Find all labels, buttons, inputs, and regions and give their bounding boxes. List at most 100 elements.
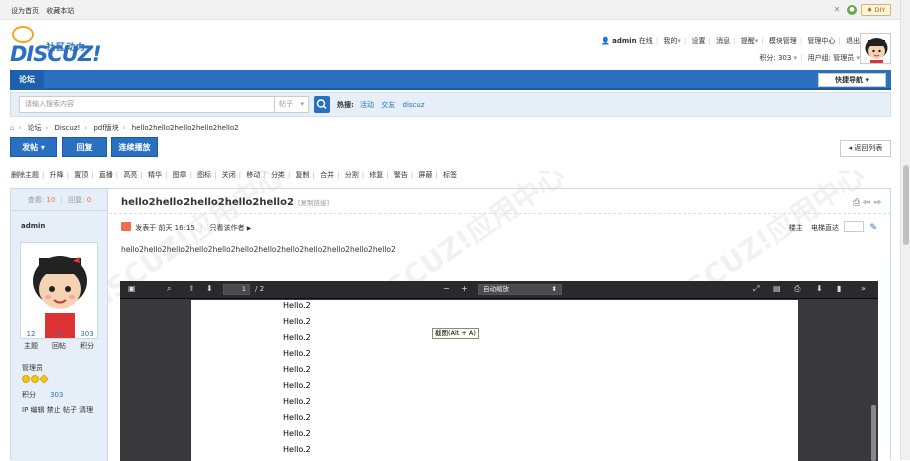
mod-action[interactable]: 高亮 <box>123 171 137 179</box>
goto-floor-input[interactable] <box>844 221 865 232</box>
mod-action[interactable]: 升降 <box>50 171 64 179</box>
floor-info: 楼主 电梯直达 ✎ <box>789 221 877 233</box>
pdf-text-line: Hello.2 <box>283 413 311 422</box>
post-info: 发表于 前天 16:15 | 只看该作者 ▶ <box>121 222 251 233</box>
print-icon[interactable]: ⎙ <box>794 284 800 294</box>
zoom-value: 自动缩放 <box>483 285 509 293</box>
search-bar: 请输入搜索内容 帖子 ▾ 热搜: 活动 交友 discuz <box>10 92 891 117</box>
mod-action[interactable]: 删除主题 <box>11 171 39 179</box>
mod-action[interactable]: 图章 <box>173 171 187 179</box>
settings-link[interactable]: 设置 <box>692 37 706 45</box>
print-icon[interactable]: ⎙ <box>853 198 860 208</box>
module-mgmt-link[interactable]: 模块管理 <box>769 37 797 45</box>
mod-action[interactable]: 分类 <box>271 171 285 179</box>
credits-label: 积分 <box>22 391 36 399</box>
tools-menu-icon[interactable]: » <box>861 284 866 293</box>
search-input[interactable]: 请输入搜索内容 <box>19 96 275 113</box>
bookmark-icon[interactable]: ▮ <box>837 284 841 293</box>
diy-button[interactable]: ♦ DIY <box>861 4 891 16</box>
bookmark-link[interactable]: 收藏本站 <box>46 7 74 15</box>
zoom-in-icon[interactable]: + <box>461 284 468 293</box>
page-total: / 2 <box>255 285 265 293</box>
new-post-button[interactable]: 发帖 ▾ <box>10 137 57 157</box>
breadcrumb-item[interactable]: Discuz! <box>55 124 81 132</box>
online-status[interactable]: 在线 <box>639 37 653 45</box>
moderation-bar: 删除主题 | 升降 | 置顶 | 直播 | 高亮 | 精华 | 图章 | 图标 | 关闭 | 移动… <box>11 171 458 179</box>
zoom-out-icon[interactable]: − <box>443 284 450 293</box>
mine-menu[interactable]: 我的 <box>663 37 677 45</box>
mod-action[interactable]: 关闭 <box>222 171 236 179</box>
prev-page-icon[interactable]: ⬆ <box>188 284 195 293</box>
reminders-link[interactable]: 提醒 <box>741 37 755 45</box>
close-icon[interactable]: ✕ <box>832 5 842 15</box>
mod-action[interactable]: 警告 <box>394 171 408 179</box>
only-author-link[interactable]: 只看该作者 <box>209 224 244 232</box>
breadcrumb-item[interactable]: 论坛 <box>28 124 42 132</box>
page-scrollbar-thumb[interactable] <box>903 165 909 245</box>
autoplay-button[interactable]: 连续播放 <box>111 137 158 157</box>
goto-floor-icon[interactable]: ✎ <box>869 223 877 233</box>
pdf-text-line: Hello.2 <box>283 333 311 342</box>
screenshot-tooltip: 截图(Alt + A) <box>432 328 479 339</box>
mod-action[interactable]: 合并 <box>320 171 334 179</box>
hot-search-link[interactable]: discuz <box>403 101 425 109</box>
quick-nav-button[interactable]: 快捷导航 ▾ <box>818 73 886 87</box>
search-type-select[interactable]: 帖子 ▾ <box>275 96 309 113</box>
author-name[interactable]: admin <box>21 222 45 230</box>
stat-label: 积分 <box>80 342 94 350</box>
download-icon[interactable]: ⬇ <box>816 284 823 293</box>
theme-icon[interactable]: ● <box>847 5 857 15</box>
search-button[interactable] <box>314 96 330 113</box>
breadcrumb-item[interactable]: pdf版块 <box>93 124 118 132</box>
author-ops[interactable]: IP 编辑 禁止 帖子 清理 <box>22 405 93 415</box>
page-number-input[interactable]: 1 <box>223 284 250 295</box>
mod-action[interactable]: 分割 <box>345 171 359 179</box>
mod-action[interactable]: 直播 <box>99 171 113 179</box>
views-label: 查看: <box>27 196 45 204</box>
sidebar-toggle-icon[interactable]: ▣ <box>128 284 136 293</box>
credits-menu[interactable]: 积分: 303 <box>759 54 791 62</box>
author-stat[interactable]: 303 积分 <box>74 330 100 351</box>
mod-action[interactable]: 复制 <box>296 171 310 179</box>
home-icon[interactable]: ⌂ <box>10 124 14 132</box>
reply-button[interactable]: 回复 <box>62 137 107 157</box>
author-stat[interactable]: 12 主题 <box>18 330 44 351</box>
credits-value[interactable]: 303 <box>50 391 63 399</box>
user-avatar[interactable] <box>860 33 891 64</box>
logout-link[interactable]: 退出 <box>846 37 860 45</box>
author-group[interactable]: 管理员 <box>22 363 43 373</box>
usergroup-menu[interactable]: 用户组: 管理员 <box>808 54 855 62</box>
mod-action[interactable]: 置顶 <box>74 171 88 179</box>
admin-center-link[interactable]: 管理中心 <box>807 37 835 45</box>
next-page-icon[interactable]: ⬇ <box>206 284 213 293</box>
author-sidebar: 查看: 10 | 回复: 0 admin 12 主题 0 回帖 303 积分 管… <box>11 189 108 461</box>
hot-search-link[interactable]: 交友 <box>381 101 395 109</box>
nav-tab-forum[interactable]: 论坛 <box>10 70 44 90</box>
page-scrollbar[interactable] <box>900 0 910 460</box>
open-file-icon[interactable]: ▤ <box>773 284 781 293</box>
mod-action[interactable]: 图标 <box>197 171 211 179</box>
mod-action[interactable]: 精华 <box>148 171 162 179</box>
pdf-scrollbar-thumb[interactable] <box>871 405 876 461</box>
fullscreen-icon[interactable]: ⤢ <box>753 284 759 294</box>
search-icon[interactable]: ⌕ <box>167 284 171 294</box>
copy-link[interactable]: [复制链接] <box>298 199 329 207</box>
search-type-value: 帖子 <box>279 100 293 108</box>
breadcrumb-item[interactable]: hello2hello2hello2hello2hello2 <box>132 124 239 132</box>
username-link[interactable]: admin <box>612 37 636 45</box>
prev-thread-icon[interactable]: ⇦ <box>863 198 871 208</box>
messages-link[interactable]: 消息 <box>716 37 730 45</box>
back-to-list-label: 返回列表 <box>854 144 883 152</box>
mod-action[interactable]: 屏蔽 <box>419 171 433 179</box>
hot-search-link[interactable]: 活动 <box>360 101 374 109</box>
back-to-list-button[interactable]: ◂ 返回列表 <box>840 140 891 157</box>
mod-action[interactable]: 移动 <box>246 171 260 179</box>
next-thread-icon[interactable]: ⇨ <box>873 198 881 208</box>
logo[interactable]: DISCUZ! <box>10 42 102 66</box>
zoom-select[interactable]: 自动缩放 ⬍ <box>478 284 562 295</box>
set-home-link[interactable]: 设为首页 <box>11 7 39 15</box>
author-avatar[interactable] <box>20 242 98 339</box>
mod-action[interactable]: 标签 <box>443 171 457 179</box>
mod-action[interactable]: 修复 <box>369 171 383 179</box>
author-stat[interactable]: 0 回帖 <box>46 330 72 351</box>
